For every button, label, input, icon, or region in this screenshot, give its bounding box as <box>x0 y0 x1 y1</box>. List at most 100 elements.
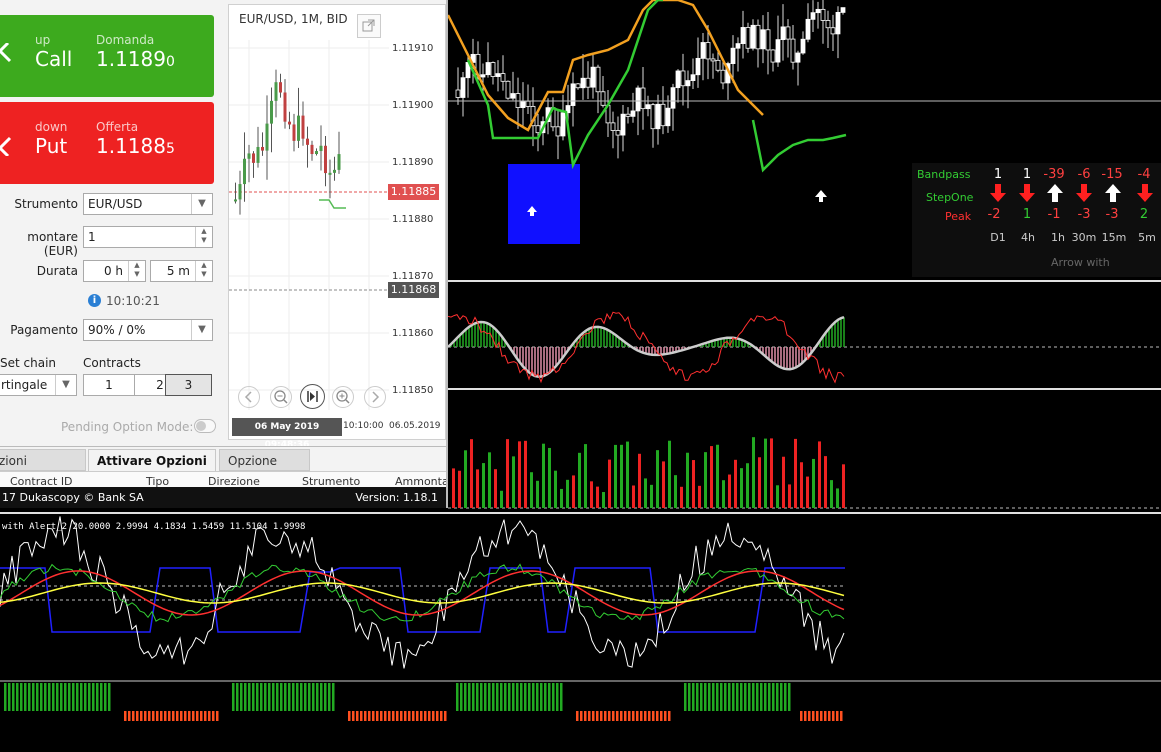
hist-bar <box>652 711 655 721</box>
mini-candle <box>270 100 273 124</box>
hist-bar <box>60 683 63 711</box>
bandpass-value: -4 <box>1137 167 1151 182</box>
volume-bar <box>668 440 671 508</box>
hist-bar <box>504 683 507 711</box>
candle <box>840 7 846 13</box>
hist-bar <box>492 683 495 711</box>
contracts-label: Contracts <box>83 356 141 370</box>
candle <box>780 26 786 41</box>
chart-title: EUR/USD, 1M, BID <box>239 12 348 26</box>
bid-price-main: 1.1188 <box>96 134 166 158</box>
hist-bar <box>48 683 51 711</box>
hist-bar <box>664 711 667 721</box>
candle <box>695 57 701 76</box>
candle <box>635 87 641 112</box>
hist-bar <box>92 683 95 711</box>
candle <box>775 39 781 63</box>
hist-bar <box>332 683 335 711</box>
tab-option-log[interactable]: Opzione Log <box>219 449 310 490</box>
chevron-down-icon: ▼ <box>191 320 212 340</box>
mini-candle <box>297 115 300 141</box>
hist-bar <box>352 711 355 721</box>
scroll-right-button[interactable] <box>364 386 386 408</box>
candle <box>715 59 721 71</box>
contracts-option-3[interactable]: 3 <box>165 374 212 396</box>
hist-bar <box>8 683 11 711</box>
duration-minutes-value: 5 m <box>166 264 190 278</box>
hist-bar <box>488 683 491 711</box>
volume-bar <box>770 438 773 508</box>
hist-bar <box>140 711 143 721</box>
main-candles <box>455 0 846 160</box>
amount-stepper-icon[interactable]: ▲ ▼ <box>195 227 212 247</box>
hist-bar <box>648 711 651 721</box>
volume-bar <box>578 452 581 508</box>
set-chain-select[interactable]: rtingale ▼ <box>0 374 77 396</box>
hist-bar <box>816 711 819 721</box>
mini-candle <box>261 146 264 151</box>
payment-value: 90% / 0% <box>88 323 146 337</box>
volume-bar <box>800 462 803 508</box>
hist-bar <box>64 683 67 711</box>
hist-bar <box>320 683 323 711</box>
minutes-stepper-icon[interactable]: ▲ ▼ <box>195 261 212 281</box>
candle <box>815 8 821 14</box>
hours-stepper-icon[interactable]: ▲ ▼ <box>128 261 145 281</box>
timeframe-label: 15m <box>1101 231 1127 244</box>
instrument-select[interactable]: EUR/USD ▼ <box>83 193 213 215</box>
tab-pending-options[interactable]: zioni pendenti <box>0 449 86 490</box>
hist-bar <box>368 711 371 721</box>
mini-candle <box>337 154 341 170</box>
candle <box>770 49 776 63</box>
info-icon: i <box>88 294 101 307</box>
scroll-left-button[interactable] <box>238 386 260 408</box>
volume-bar <box>782 456 785 508</box>
hist-bar <box>180 711 183 721</box>
popout-button[interactable] <box>357 14 381 38</box>
blue-signal-box <box>508 164 580 244</box>
volume-bar <box>806 476 809 508</box>
price-badge-cursor: 1.11868 <box>388 282 439 298</box>
candle <box>630 110 636 117</box>
duration-minutes-input[interactable]: 5 m ▲ ▼ <box>150 260 213 282</box>
payment-select[interactable]: 90% / 0% ▼ <box>83 319 213 341</box>
hist-bar <box>192 711 195 721</box>
hist-bar <box>388 711 391 721</box>
volume-bar <box>566 479 569 508</box>
hist-bar <box>440 711 443 721</box>
peak-value: -3 <box>1077 207 1091 222</box>
hist-bar <box>44 683 47 711</box>
volume-bar <box>620 444 623 508</box>
mini-candle <box>319 145 323 152</box>
duration-hours-input[interactable]: 0 h ▲ ▼ <box>83 260 146 282</box>
candle <box>720 69 726 84</box>
candle <box>480 74 486 78</box>
hist-bar <box>468 683 471 711</box>
bandpass-panel: Bandpass StepOne Peak 1 1 -39 -6 -15 -4 … <box>912 163 1161 277</box>
hist-bar <box>292 683 295 711</box>
hist-bar <box>372 711 375 721</box>
hist-bar <box>244 683 247 711</box>
hist-bar <box>580 711 583 721</box>
amount-input[interactable]: 1 ▲ ▼ <box>83 226 213 248</box>
call-button[interactable]: up Call Domanda 1.11890 <box>0 15 214 97</box>
put-button[interactable]: down Put Offerta 1.11885 <box>0 102 214 184</box>
mini-candle <box>283 92 287 122</box>
hist-bar <box>548 683 551 711</box>
zoom-in-button[interactable] <box>332 386 354 408</box>
contracts-option-1[interactable]: 1 <box>83 374 135 396</box>
tab-active-options[interactable]: Attivare Opzioni (1) <box>88 449 216 490</box>
reset-view-button[interactable] <box>300 384 325 409</box>
hist-bar <box>724 683 727 711</box>
bid-label: Offerta <box>96 120 139 134</box>
bandpass-label: Bandpass <box>917 168 971 181</box>
pending-mode-toggle[interactable] <box>194 419 216 433</box>
hist-bar <box>16 683 19 711</box>
volume-bar <box>656 450 659 508</box>
hist-bar <box>728 683 731 711</box>
zoom-out-button[interactable] <box>270 386 292 408</box>
hist-bar <box>616 711 619 721</box>
hist-bar <box>576 711 579 721</box>
candle <box>660 103 666 127</box>
hist-bar <box>232 683 235 711</box>
